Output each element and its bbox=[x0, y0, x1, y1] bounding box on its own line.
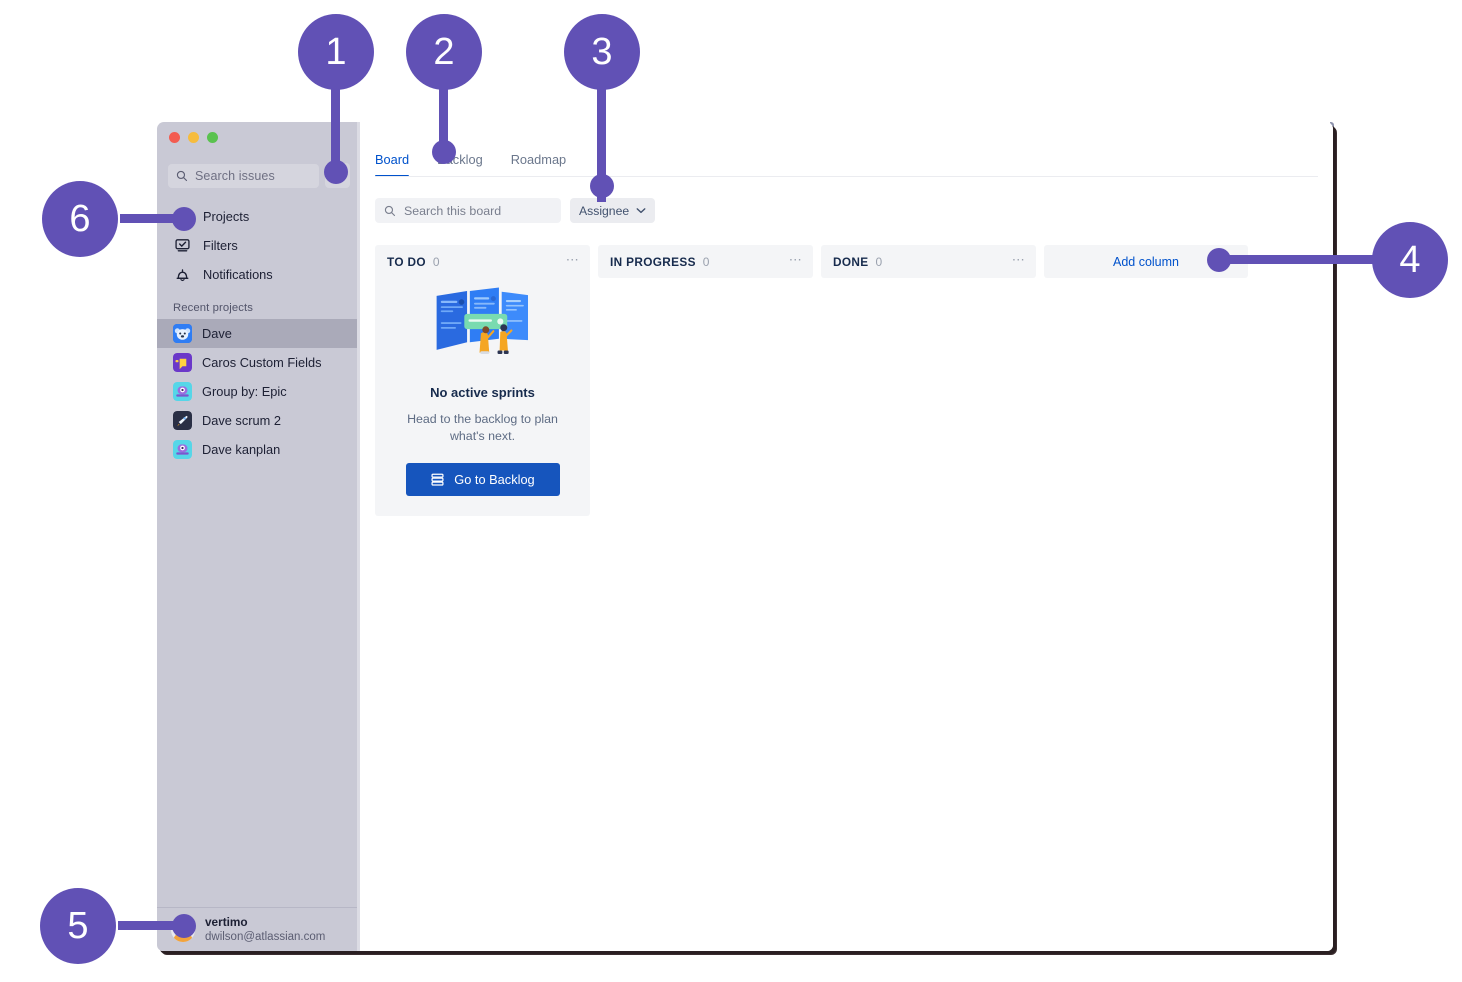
project-item-dave-kanplan-label: Dave kanplan bbox=[202, 442, 281, 457]
project-item-caros-custom-fields[interactable]: Caros Custom Fields bbox=[157, 348, 360, 377]
search-issues-placeholder: Search issues bbox=[195, 168, 275, 183]
project-item-dave-kanplan[interactable]: Dave kanplan bbox=[157, 435, 360, 464]
bell-icon bbox=[173, 265, 192, 284]
column-todo-body: No active sprints Head to the backlog to… bbox=[375, 278, 590, 516]
callout-1: 1 bbox=[298, 14, 374, 90]
sidebar: Search issues + Projects bbox=[157, 122, 360, 951]
minimize-window-button[interactable] bbox=[188, 132, 199, 143]
go-to-backlog-label: Go to Backlog bbox=[454, 471, 535, 487]
callout-5-dot bbox=[172, 914, 196, 938]
filters-icon bbox=[173, 236, 192, 255]
sidebar-item-filters-label: Filters bbox=[203, 238, 238, 253]
column-todo-menu-icon[interactable]: ⋯ bbox=[566, 253, 580, 268]
column-done-count: 0 bbox=[875, 254, 883, 269]
robot-avatar-icon bbox=[173, 440, 192, 459]
callout-3-dot bbox=[590, 174, 614, 198]
column-in-progress-title: IN PROGRESS bbox=[610, 254, 696, 269]
screenshot-root: Search issues + Projects bbox=[0, 0, 1462, 982]
column-todo-title: TO DO bbox=[387, 254, 426, 269]
sidebar-item-filters[interactable]: Filters bbox=[157, 231, 360, 260]
zoom-window-button[interactable] bbox=[207, 132, 218, 143]
column-in-progress-header: IN PROGRESS 0 ⋯ bbox=[598, 245, 813, 278]
search-issues-input[interactable]: Search issues bbox=[168, 163, 319, 188]
callout-4-number: 4 bbox=[1399, 238, 1421, 281]
search-board-input[interactable]: Search this board bbox=[375, 198, 561, 223]
callout-3: 3 bbox=[564, 14, 640, 90]
callout-2-number: 2 bbox=[433, 30, 455, 73]
go-to-backlog-button[interactable]: Go to Backlog bbox=[405, 462, 560, 496]
column-done-title: DONE bbox=[833, 254, 869, 269]
column-in-progress-menu-icon[interactable]: ⋯ bbox=[789, 253, 803, 268]
user-email: dwilson@atlassian.com bbox=[205, 930, 326, 943]
column-todo-count: 0 bbox=[432, 254, 440, 269]
main-panel: Board Backlog Roadmap Search this board bbox=[360, 122, 1333, 951]
project-item-group-by-epic[interactable]: Group by: Epic bbox=[157, 377, 360, 406]
column-todo-header: TO DO 0 ⋯ bbox=[375, 245, 590, 278]
assignee-filter[interactable]: Assignee bbox=[570, 198, 656, 223]
robot-avatar-icon bbox=[173, 382, 192, 401]
board-columns: TO DO 0 ⋯ No active sprints Head to the … bbox=[360, 223, 1333, 516]
user-name: vertimo bbox=[205, 914, 248, 929]
recent-projects-list: Dave Caros Custom Fields Group by: Epic … bbox=[157, 319, 360, 464]
sidebar-item-notifications-label: Notifications bbox=[203, 267, 273, 282]
chevron-down-icon bbox=[636, 208, 646, 214]
board-toolbar: Search this board Assignee bbox=[360, 177, 1333, 223]
project-item-dave-scrum-2[interactable]: Dave scrum 2 bbox=[157, 406, 360, 435]
rocket-avatar-icon bbox=[173, 411, 192, 430]
add-column-label: Add column bbox=[1112, 254, 1179, 269]
user-meta: vertimo dwilson@atlassian.com bbox=[205, 915, 325, 944]
tab-board[interactable]: Board bbox=[375, 152, 410, 177]
project-item-dave-scrum-2-label: Dave scrum 2 bbox=[202, 413, 281, 428]
assignee-filter-label: Assignee bbox=[579, 203, 630, 218]
callout-4-line bbox=[1216, 255, 1374, 264]
close-window-button[interactable] bbox=[169, 132, 180, 143]
backlog-icon bbox=[431, 473, 444, 486]
empty-state-title: No active sprints bbox=[430, 385, 535, 400]
column-todo: TO DO 0 ⋯ No active sprints Head to the … bbox=[375, 245, 590, 516]
callout-1-line bbox=[331, 80, 340, 170]
project-item-dave[interactable]: Dave bbox=[157, 319, 360, 348]
search-board-placeholder: Search this board bbox=[404, 203, 502, 218]
window-traffic-lights bbox=[157, 122, 360, 154]
project-item-dave-label: Dave bbox=[202, 326, 232, 341]
callout-5: 5 bbox=[40, 888, 116, 964]
callout-4: 4 bbox=[1372, 222, 1448, 298]
callout-6: 6 bbox=[42, 181, 118, 257]
sprint-boards-illustration bbox=[436, 287, 528, 354]
project-item-group-by-epic-label: Group by: Epic bbox=[202, 384, 287, 399]
koala-avatar-icon bbox=[173, 324, 192, 343]
column-done: DONE 0 ⋯ bbox=[821, 245, 1036, 278]
callout-1-dot bbox=[324, 160, 348, 184]
callout-2-dot bbox=[432, 140, 456, 164]
search-icon bbox=[384, 205, 396, 216]
column-done-menu-icon[interactable]: ⋯ bbox=[1012, 253, 1026, 268]
column-in-progress: IN PROGRESS 0 ⋯ bbox=[598, 245, 813, 278]
tab-underline-rule bbox=[375, 175, 1318, 177]
callout-6-dot bbox=[172, 207, 196, 231]
search-icon bbox=[176, 170, 188, 181]
megaphone-avatar-icon bbox=[173, 353, 192, 372]
callout-1-number: 1 bbox=[325, 30, 347, 73]
sidebar-item-projects-label: Projects bbox=[203, 209, 250, 224]
callout-5-number: 5 bbox=[67, 904, 89, 947]
project-tabs: Board Backlog Roadmap bbox=[360, 122, 1333, 177]
callout-4-dot bbox=[1207, 248, 1231, 272]
column-done-header: DONE 0 ⋯ bbox=[821, 245, 1036, 278]
recent-projects-heading: Recent projects bbox=[173, 302, 253, 314]
project-item-caros-label: Caros Custom Fields bbox=[202, 355, 322, 370]
callout-3-number: 3 bbox=[591, 30, 613, 73]
jira-app-window: Search issues + Projects bbox=[157, 122, 1333, 951]
empty-state-subtitle: Head to the backlog to plan what's next. bbox=[407, 412, 558, 443]
tab-board-label: Board bbox=[375, 152, 410, 167]
tab-roadmap-label: Roadmap bbox=[510, 152, 567, 167]
sidebar-item-notifications[interactable]: Notifications bbox=[157, 260, 360, 289]
callout-2: 2 bbox=[406, 14, 482, 90]
callout-6-number: 6 bbox=[69, 197, 91, 240]
column-in-progress-count: 0 bbox=[702, 254, 710, 269]
tab-roadmap[interactable]: Roadmap bbox=[511, 152, 567, 177]
